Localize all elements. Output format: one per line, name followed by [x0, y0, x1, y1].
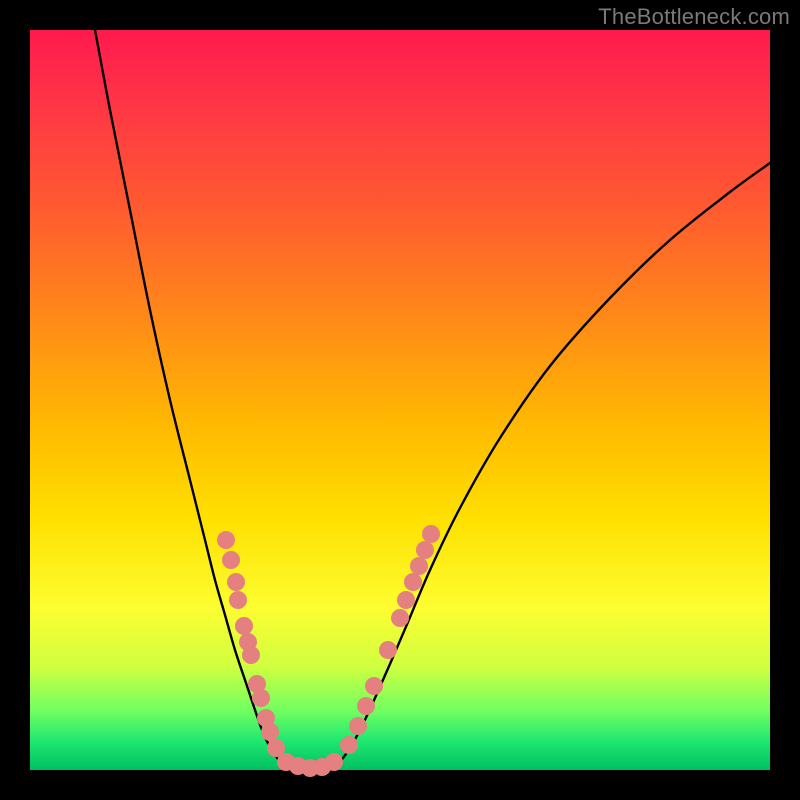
highlight-dot — [365, 677, 383, 695]
watermark-text: TheBottleneck.com — [598, 4, 790, 30]
highlight-dot — [391, 609, 409, 627]
highlight-dot — [349, 717, 367, 735]
highlight-dot — [325, 753, 343, 771]
highlight-dot — [357, 697, 375, 715]
highlight-dot — [229, 591, 247, 609]
highlight-dot — [379, 641, 397, 659]
highlight-dot — [397, 591, 415, 609]
highlight-dot — [410, 557, 428, 575]
curve-layer — [30, 30, 770, 770]
chart-stage: TheBottleneck.com — [0, 0, 800, 800]
highlight-dot — [235, 617, 253, 635]
highlight-dots-group — [217, 525, 440, 777]
highlight-dot — [340, 736, 358, 754]
highlight-dot — [404, 573, 422, 591]
highlight-dot — [422, 525, 440, 543]
highlight-dot — [416, 541, 434, 559]
highlight-dot — [242, 646, 260, 664]
highlight-dot — [261, 723, 279, 741]
highlight-dot — [217, 531, 235, 549]
highlight-dot — [252, 689, 270, 707]
v-curve — [95, 30, 770, 768]
plot-area — [30, 30, 770, 770]
highlight-dot — [222, 551, 240, 569]
highlight-dot — [227, 573, 245, 591]
